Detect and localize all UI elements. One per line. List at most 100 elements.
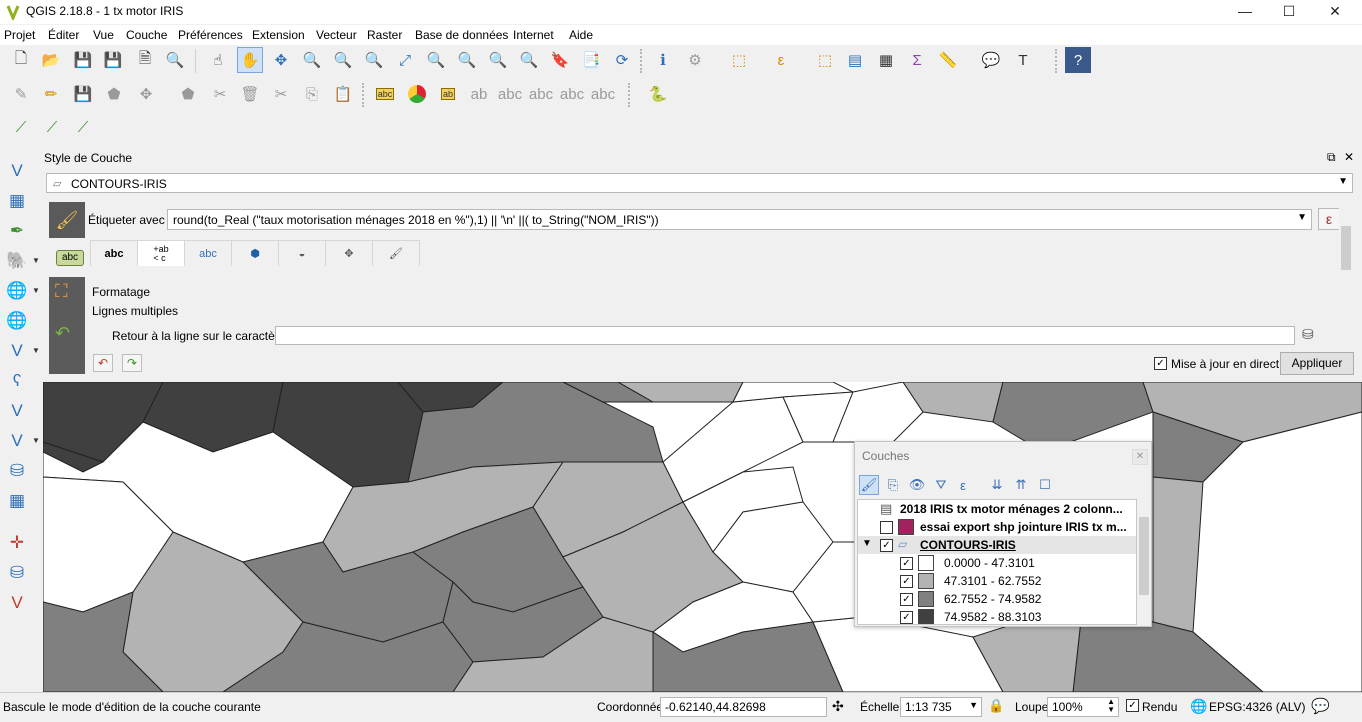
select-by-expression-icon[interactable]: ε xyxy=(768,47,794,73)
zoom-native-icon[interactable]: 🔍 xyxy=(361,47,387,73)
delete-icon[interactable]: 🗑 xyxy=(237,81,263,107)
add-wcs-layer-icon[interactable]: 🌐 xyxy=(4,308,30,334)
toggle-editing-icon[interactable]: ✏ xyxy=(38,81,64,107)
menu-internet[interactable]: Internet xyxy=(513,28,554,42)
field-calculator-icon[interactable]: Σ xyxy=(904,47,930,73)
add-feature-icon[interactable]: ⬟ xyxy=(101,81,127,107)
dock-scrollbar[interactable] xyxy=(1339,198,1353,348)
toolbar-grip[interactable] xyxy=(640,49,644,73)
copy-features-icon[interactable]: ⎘ xyxy=(299,81,325,107)
messages-icon[interactable]: 💬 xyxy=(1311,697,1330,715)
measure-line-icon[interactable]: 📏 xyxy=(935,47,961,73)
tab-placement[interactable]: ✥ xyxy=(325,240,373,266)
scroll-thumb[interactable] xyxy=(1341,226,1351,270)
tab-buffer[interactable]: abc xyxy=(184,240,232,266)
style-manager-icon[interactable]: 🖌 xyxy=(859,475,879,495)
lock-scale-icon[interactable]: 🔒 xyxy=(988,698,1004,714)
map-canvas[interactable] xyxy=(43,382,1362,692)
crs-globe-icon[interactable]: 🌐 xyxy=(1190,698,1207,715)
list-item[interactable]: ▼ ✓ ▱ CONTOURS-IRIS xyxy=(858,536,1136,554)
add-oracle-spatial-icon[interactable]: V xyxy=(4,590,30,616)
expression-builder-button[interactable]: ε xyxy=(1318,208,1340,230)
coordinate-input[interactable] xyxy=(660,697,827,717)
new-geopackage-layer-icon[interactable]: ▦ xyxy=(4,488,30,514)
new-bookmark-icon[interactable]: 🔖 xyxy=(547,47,573,73)
live-update-checkbox[interactable]: ✓ xyxy=(1154,357,1167,370)
wrap-char-input[interactable] xyxy=(275,326,1295,345)
class-visibility-checkbox[interactable]: ✓ xyxy=(900,557,913,570)
layer-visibility-checkbox[interactable] xyxy=(880,521,893,534)
map-tips-icon[interactable]: 💬 xyxy=(978,47,1004,73)
menu-raster[interactable]: Raster xyxy=(367,28,402,42)
list-item[interactable]: ✓ 74.9582 - 88.3103 xyxy=(858,608,1136,624)
paint-brush-icon[interactable]: 🖌 xyxy=(49,202,85,238)
list-item[interactable]: ✓ 47.3101 - 62.7552 xyxy=(858,572,1136,590)
identify-features-icon[interactable]: ℹ xyxy=(650,47,676,73)
menu-projet[interactable]: Projet xyxy=(4,28,35,42)
save-as-icon[interactable]: 💾 xyxy=(100,47,126,73)
mouse-coords-toggle-icon[interactable]: ✣ xyxy=(832,698,844,715)
data-defined-override-icon[interactable]: ⛁ xyxy=(1302,326,1314,343)
filter-by-expression-icon[interactable]: ε xyxy=(953,475,973,495)
zoom-to-layer-icon[interactable]: 🔍 xyxy=(454,47,480,73)
paste-features-icon[interactable]: 📋 xyxy=(330,81,356,107)
highlight-pinned-labels-icon[interactable]: ab xyxy=(435,81,461,107)
add-mssql-layer-icon[interactable]: ʕ xyxy=(4,368,30,394)
undo-style-button[interactable]: ↶ xyxy=(93,354,113,372)
zoom-full-icon[interactable]: ⤢ xyxy=(392,47,418,73)
add-spatialite-icon[interactable]: ⛁ xyxy=(4,560,30,586)
touch-zoom-icon[interactable]: ☝ xyxy=(205,47,231,73)
new-temporary-layer-icon[interactable]: ⛁ xyxy=(4,458,30,484)
add-gps-tools-icon[interactable]: ⟋ xyxy=(70,114,96,140)
chevron-down-icon[interactable]: ▼ xyxy=(32,436,40,445)
menu-preferences[interactable]: Préférences xyxy=(178,28,243,42)
deselect-features-icon[interactable]: ⬚ xyxy=(812,47,838,73)
zoom-next-icon[interactable]: 🔍 xyxy=(516,47,542,73)
remove-layer-icon[interactable]: ☐ xyxy=(1035,475,1055,495)
zoom-in-icon[interactable]: 🔍 xyxy=(299,47,325,73)
render-checkbox[interactable]: ✓ xyxy=(1126,699,1139,712)
redo-style-button[interactable]: ↷ xyxy=(122,354,142,372)
help-icon[interactable]: ? xyxy=(1065,47,1091,73)
cut-features-icon[interactable]: ✂ xyxy=(268,81,294,107)
undo-history-icon[interactable]: ↶ xyxy=(55,323,70,344)
list-item[interactable]: ▤ 2018 IRIS tx motor ménages 2 colonn... xyxy=(858,500,1136,518)
refresh-icon[interactable]: ⟳ xyxy=(609,47,635,73)
add-raster-layer-icon[interactable]: ▦ xyxy=(4,188,30,214)
rotate-label-icon[interactable]: abc xyxy=(559,81,585,107)
maximize-button[interactable]: ☐ xyxy=(1266,0,1312,24)
layer-diagram-options-icon[interactable] xyxy=(404,81,430,107)
add-oracle-layer-icon[interactable]: ⟋ xyxy=(39,114,65,140)
class-visibility-checkbox[interactable]: ✓ xyxy=(900,575,913,588)
menu-vecteur[interactable]: Vecteur xyxy=(316,28,357,42)
tab-rendering[interactable]: 🖌 xyxy=(372,240,420,266)
add-vector-layer-icon[interactable]: V xyxy=(4,158,30,184)
node-tool-icon[interactable]: ⬟ xyxy=(175,81,201,107)
show-hide-labels-icon[interactable]: abc xyxy=(497,81,523,107)
move-feature-icon[interactable]: ✥ xyxy=(133,81,159,107)
close-icon[interactable]: ✕ xyxy=(1132,449,1148,465)
label-expression-combo[interactable]: round(to_Real ("taux motorisation ménage… xyxy=(167,209,1312,230)
menu-aide[interactable]: Aide xyxy=(569,28,593,42)
add-wfs-layer-icon[interactable]: V xyxy=(4,338,30,364)
new-project-icon[interactable]: 🗋 xyxy=(8,47,34,73)
change-label-icon[interactable]: abc xyxy=(590,81,616,107)
add-wms-layer-icon[interactable]: 🌐 xyxy=(4,278,30,304)
filter-legend-icon[interactable]: ⛛ xyxy=(931,475,951,495)
collapse-all-icon[interactable]: ⇈ xyxy=(1011,475,1031,495)
add-delimited-text-icon[interactable]: ✒ xyxy=(4,218,30,244)
open-project-icon[interactable]: 📂 xyxy=(38,47,64,73)
iris-polygon[interactable] xyxy=(812,616,1004,692)
save-layer-edits-icon[interactable]: 💾 xyxy=(70,81,96,107)
save-project-icon[interactable]: 💾 xyxy=(70,47,96,73)
add-spatialite-layer-icon[interactable]: ⟋ xyxy=(8,114,34,140)
layer-labeling-options-icon[interactable]: abc xyxy=(372,81,398,107)
add-group-icon[interactable]: ⎘ xyxy=(883,475,903,495)
chevron-down-icon[interactable]: ▼ xyxy=(32,256,40,265)
class-visibility-checkbox[interactable]: ✓ xyxy=(900,611,913,624)
crs-status[interactable]: EPSG:4326 (ALV) xyxy=(1209,700,1306,714)
toolbar-grip[interactable] xyxy=(1055,49,1059,73)
history-icon[interactable]: ⛶ xyxy=(55,281,68,302)
magnifier-spinbox[interactable]: 100% ▲ ▼ xyxy=(1047,697,1119,717)
add-virtual-layer-icon[interactable]: V xyxy=(4,398,30,424)
